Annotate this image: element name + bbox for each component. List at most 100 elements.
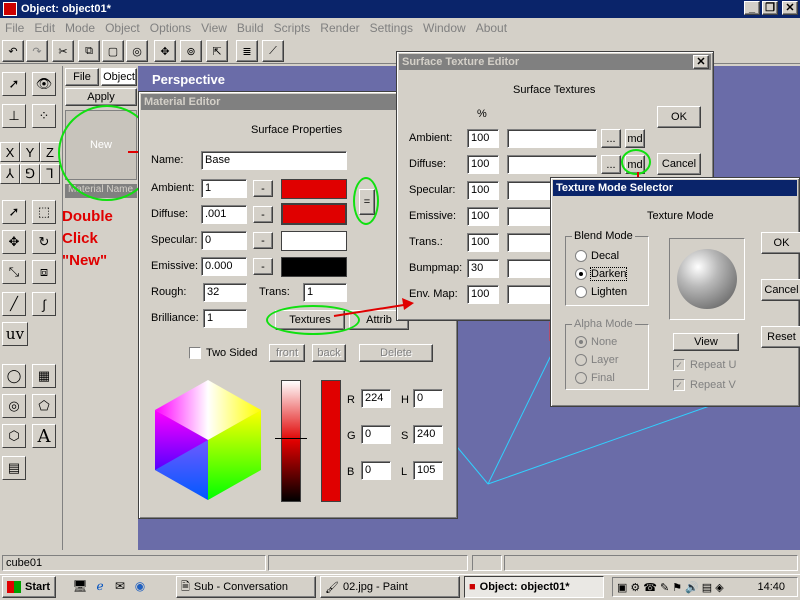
ambient-minus-button[interactable]: - bbox=[253, 180, 273, 197]
two-sided-checkbox[interactable]: Two Sided bbox=[189, 347, 257, 359]
diffuse-minus-button[interactable]: - bbox=[253, 206, 273, 223]
menu-build[interactable]: Build bbox=[232, 18, 269, 38]
close-button[interactable]: ✕ bbox=[782, 1, 798, 15]
tray-icon-6[interactable]: ▤ bbox=[702, 581, 712, 594]
rotate-z-icon[interactable]: ⅂ bbox=[40, 164, 60, 184]
taskbar-item-object[interactable]: ■ Object: object01* bbox=[464, 576, 604, 598]
texture-specular-percent[interactable]: 100 bbox=[467, 181, 499, 200]
eye-icon[interactable]: 👁 bbox=[32, 72, 56, 96]
menu-edit[interactable]: Edit bbox=[29, 18, 60, 38]
r-field[interactable]: 224 bbox=[361, 389, 391, 408]
luminance-bar[interactable] bbox=[281, 380, 301, 502]
g-field[interactable]: 0 bbox=[361, 425, 391, 444]
ambient-color-swatch[interactable] bbox=[281, 179, 347, 199]
menu-file[interactable]: File bbox=[0, 18, 29, 38]
texture-bumpmap-percent[interactable]: 30 bbox=[467, 259, 499, 278]
mode-reset-button[interactable]: Reset bbox=[761, 326, 800, 348]
color-hexagon-picker[interactable] bbox=[153, 378, 263, 502]
mode-ok-button[interactable]: OK bbox=[761, 232, 800, 254]
sphere-view-button[interactable]: ◎ bbox=[126, 40, 148, 62]
menu-render[interactable]: Render bbox=[315, 18, 364, 38]
orbit-button[interactable]: ⊚ bbox=[180, 40, 202, 62]
alpha-final-radio[interactable]: Final bbox=[575, 372, 615, 384]
axis-z-button[interactable]: Z bbox=[40, 142, 60, 162]
cylinder-icon[interactable]: ◎ bbox=[2, 394, 26, 418]
brilliance-field[interactable]: 1 bbox=[203, 309, 247, 328]
volume-icon[interactable]: 🔊 bbox=[685, 581, 699, 594]
blend-darken-radio[interactable]: Darken bbox=[575, 267, 628, 281]
select-arrow-icon[interactable]: ➚ bbox=[2, 72, 26, 96]
texture-cancel-button[interactable]: Cancel bbox=[657, 153, 701, 175]
move-tool-button[interactable]: ⇱ bbox=[206, 40, 228, 62]
diffuse-color-swatch[interactable] bbox=[281, 203, 347, 225]
undo-button[interactable]: ↶ bbox=[2, 40, 24, 62]
texture-ambient-browse-button[interactable]: ... bbox=[601, 129, 621, 148]
delete-button[interactable]: Delete bbox=[359, 344, 433, 362]
texture-ok-button[interactable]: OK bbox=[657, 106, 701, 128]
cube-scale-icon[interactable]: ⧈ bbox=[32, 260, 56, 284]
file-tab-button[interactable]: File bbox=[65, 68, 99, 86]
s-field[interactable]: 240 bbox=[413, 425, 443, 444]
name-field[interactable]: Base bbox=[201, 151, 347, 170]
desktop-icon[interactable]: 🖥 bbox=[72, 578, 88, 594]
text-tool-button[interactable]: A bbox=[32, 424, 56, 448]
texture-ambient-mode-button[interactable]: md bbox=[625, 129, 645, 148]
blend-lighten-radio[interactable]: Lighten bbox=[575, 286, 627, 298]
menu-view[interactable]: View bbox=[196, 18, 232, 38]
texture-emissive-percent[interactable]: 100 bbox=[467, 207, 499, 226]
pointer-icon[interactable]: ➚ bbox=[2, 200, 26, 224]
taskbar-item-conversation[interactable]: 🗎 Sub - Conversation bbox=[176, 576, 316, 598]
specular-field[interactable]: 0 bbox=[201, 231, 247, 250]
graph-button[interactable]: ⟋ bbox=[262, 40, 284, 62]
outlook-icon[interactable]: ✉ bbox=[112, 578, 128, 594]
minimize-button[interactable]: _ bbox=[744, 1, 760, 15]
blend-decal-radio[interactable]: Decal bbox=[575, 250, 619, 262]
mode-cancel-button[interactable]: Cancel bbox=[761, 279, 800, 301]
uv-button[interactable]: uv bbox=[2, 322, 28, 346]
hexagon-icon[interactable]: ⬡ bbox=[2, 424, 26, 448]
apply-button[interactable]: Apply bbox=[65, 88, 137, 106]
front-button[interactable]: front bbox=[269, 344, 305, 362]
emissive-color-swatch[interactable] bbox=[281, 257, 347, 277]
ambient-field[interactable]: 1 bbox=[201, 179, 247, 198]
redo-button[interactable]: ↷ bbox=[26, 40, 48, 62]
emissive-field[interactable]: 0.000 bbox=[201, 257, 247, 276]
axis-x-button[interactable]: X bbox=[0, 142, 20, 162]
tray-icon-3[interactable]: ☎ bbox=[643, 581, 657, 594]
rotate-y-icon[interactable]: ⅁ bbox=[20, 164, 40, 184]
browser-icon[interactable]: ℯ bbox=[92, 578, 108, 594]
menu-window[interactable]: Window bbox=[418, 18, 471, 38]
player-icon[interactable]: ◉ bbox=[132, 578, 148, 594]
tray-icon-2[interactable]: ⚙ bbox=[630, 581, 640, 594]
menu-settings[interactable]: Settings bbox=[365, 18, 418, 38]
restore-button[interactable]: ❐ bbox=[762, 1, 778, 15]
list-button[interactable]: ≣ bbox=[236, 40, 258, 62]
copy-button[interactable]: ⧉ bbox=[78, 40, 100, 62]
curve-icon[interactable]: ∫ bbox=[32, 292, 56, 316]
line-icon[interactable]: ╱ bbox=[2, 292, 26, 316]
texture-envmap-percent[interactable]: 100 bbox=[467, 285, 499, 304]
repeat-u-checkbox[interactable]: ✓ Repeat U bbox=[673, 359, 736, 371]
start-button[interactable]: Start bbox=[2, 576, 56, 598]
menu-object[interactable]: Object bbox=[100, 18, 145, 38]
axis-icon[interactable]: ⊥ bbox=[2, 104, 26, 128]
polyhedron-icon[interactable]: ⬠ bbox=[32, 394, 56, 418]
repeat-v-checkbox[interactable]: ✓ Repeat V bbox=[673, 379, 736, 391]
taskbar-item-paint[interactable]: 🖌 02.jpg - Paint bbox=[320, 576, 460, 598]
texture-diffuse-file[interactable] bbox=[507, 155, 597, 174]
texture-diffuse-percent[interactable]: 100 bbox=[467, 155, 499, 174]
texture-editor-close-button[interactable]: ✕ bbox=[693, 55, 709, 69]
cut-button[interactable]: ✂ bbox=[52, 40, 74, 62]
emissive-minus-button[interactable]: - bbox=[253, 258, 273, 275]
h-field[interactable]: 0 bbox=[413, 389, 443, 408]
b-field[interactable]: 0 bbox=[361, 461, 391, 480]
cube-grid-icon[interactable]: ▦ bbox=[32, 364, 56, 388]
texture-ambient-percent[interactable]: 100 bbox=[467, 129, 499, 148]
tray-icon-5[interactable]: ⚑ bbox=[672, 581, 682, 594]
grid-view-button[interactable]: ✥ bbox=[154, 40, 176, 62]
points-icon[interactable]: ⁘ bbox=[32, 104, 56, 128]
view-button[interactable]: View bbox=[673, 333, 739, 351]
object-tab-button[interactable]: Object bbox=[101, 68, 137, 86]
tray-icon-1[interactable]: ▣ bbox=[617, 581, 627, 594]
specular-minus-button[interactable]: - bbox=[253, 232, 273, 249]
